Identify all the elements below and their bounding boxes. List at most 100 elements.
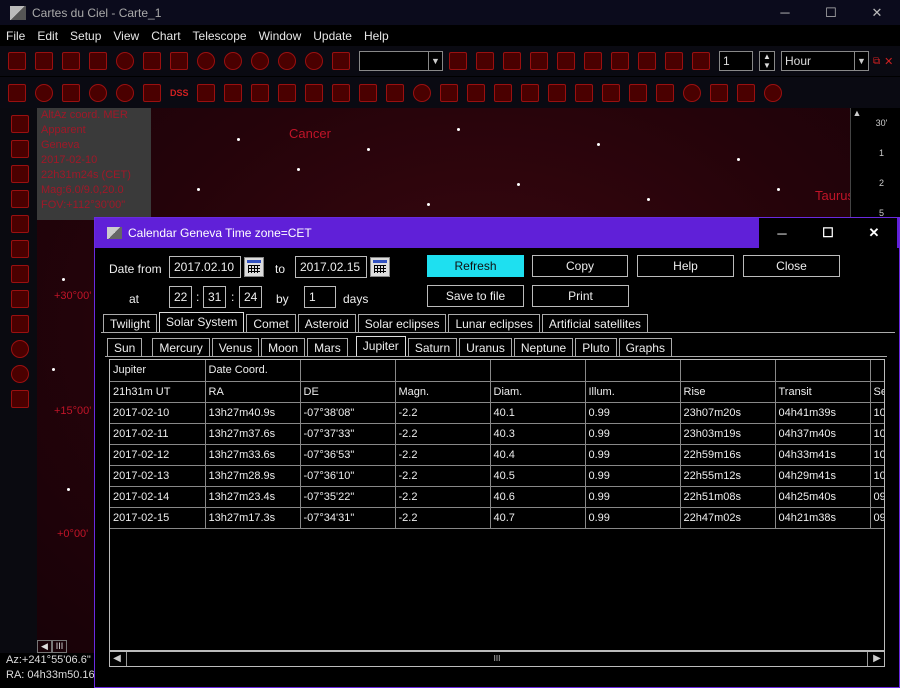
- grid-cell[interactable]: 22h55m12s: [680, 465, 776, 487]
- ecliptic-icon[interactable]: [331, 83, 350, 102]
- comet-icon[interactable]: [62, 83, 80, 102]
- tab-solar-eclipses[interactable]: Solar eclipses: [357, 314, 447, 333]
- grid-cell[interactable]: 2017-02-13: [110, 465, 206, 487]
- flip-h-icon[interactable]: [11, 290, 29, 308]
- step-forward-icon[interactable]: [692, 52, 710, 70]
- grid-cell[interactable]: -2.2: [395, 423, 491, 445]
- ecliptic-coord-icon[interactable]: [11, 190, 29, 208]
- grid-cell[interactable]: 04h29m41s: [775, 465, 871, 487]
- mark-icon[interactable]: [493, 83, 512, 102]
- grid-cell[interactable]: DE: [300, 381, 396, 403]
- table-row[interactable]: 2017-02-11 13h27m37.6s -07°37'33" -2.2 40.3 0…: [110, 423, 884, 445]
- hour-field[interactable]: 22: [169, 286, 192, 308]
- minimize-button[interactable]: ─: [762, 0, 808, 25]
- nebula-icon[interactable]: [35, 83, 53, 102]
- grid-cell[interactable]: 13h27m37.6s: [205, 423, 301, 445]
- grid-cell[interactable]: Transit: [775, 381, 871, 403]
- copy-button[interactable]: Copy: [532, 255, 628, 277]
- time-unit-select[interactable]: Hour ▼: [781, 51, 869, 71]
- object-search-combo[interactable]: ▼: [359, 51, 443, 71]
- time-step-input[interactable]: 1: [719, 51, 753, 71]
- grid-cell[interactable]: -2.2: [395, 402, 491, 424]
- close-dialog-button[interactable]: Close: [743, 255, 840, 277]
- tab-lunar-eclipses[interactable]: Lunar eclipses: [448, 314, 540, 333]
- grid-cell[interactable]: 09: [870, 507, 884, 529]
- alt-az-icon[interactable]: [11, 140, 29, 158]
- refresh-button[interactable]: Refresh: [427, 255, 524, 277]
- grid-header-row[interactable]: Jupiter Date Coord.: [110, 360, 884, 382]
- list-icon[interactable]: [584, 52, 602, 70]
- calendar-icon[interactable]: [557, 52, 575, 70]
- menu-help[interactable]: Help: [364, 29, 389, 43]
- observer-icon[interactable]: [476, 52, 494, 70]
- date-to-field[interactable]: 2017.02.15: [295, 256, 367, 278]
- menu-telescope[interactable]: Telescope: [193, 29, 247, 43]
- menu-setup[interactable]: Setup: [70, 29, 101, 43]
- save-icon[interactable]: [62, 52, 80, 70]
- compass-icon[interactable]: [412, 83, 431, 102]
- menu-update[interactable]: Update: [313, 29, 352, 43]
- menu-window[interactable]: Window: [259, 29, 302, 43]
- tab-asteroid[interactable]: Asteroid: [297, 314, 356, 333]
- grid-cell[interactable]: 21h31m UT: [110, 381, 206, 403]
- link-icon[interactable]: [709, 83, 728, 102]
- tab-comet[interactable]: Comet: [246, 314, 296, 333]
- grid-cell[interactable]: 2017-02-15: [110, 507, 206, 529]
- grid-cell[interactable]: 40.1: [490, 402, 586, 424]
- grid-cell[interactable]: 0.99: [585, 402, 681, 424]
- pan-icon[interactable]: [11, 390, 29, 408]
- grid-cell[interactable]: -07°36'10": [300, 465, 396, 487]
- grid-cell[interactable]: Date Coord.: [205, 360, 301, 382]
- new-chart-icon[interactable]: [8, 52, 26, 70]
- table-row[interactable]: 2017-02-10 13h27m40.9s -07°38'08" -2.2 40.1 0…: [110, 402, 884, 424]
- grid-cell[interactable]: 2017-02-10: [110, 402, 206, 424]
- step-field[interactable]: 1: [304, 286, 336, 308]
- menu-chart[interactable]: Chart: [151, 29, 180, 43]
- grid-cell[interactable]: 10: [870, 402, 884, 424]
- grid-cell[interactable]: 10: [870, 444, 884, 466]
- second-field[interactable]: 24: [239, 286, 262, 308]
- ec-icon[interactable]: [11, 240, 29, 258]
- tab-mars[interactable]: Mars: [307, 338, 348, 357]
- grid-cell[interactable]: -2.2: [395, 444, 491, 466]
- asteroid-icon[interactable]: [116, 83, 134, 102]
- redo-icon[interactable]: [224, 52, 242, 70]
- grid-cell[interactable]: 40.4: [490, 444, 586, 466]
- calendar-picker-icon[interactable]: [370, 257, 390, 277]
- grid-cell[interactable]: [680, 360, 776, 382]
- help-button[interactable]: Help: [637, 255, 734, 277]
- grid-cell[interactable]: 13h27m23.4s: [205, 486, 301, 508]
- alpha-icon[interactable]: [574, 83, 593, 102]
- print-icon[interactable]: [89, 52, 107, 70]
- grid-cell[interactable]: 0.99: [585, 444, 681, 466]
- grid-cell[interactable]: 04h25m40s: [775, 486, 871, 508]
- table-row[interactable]: 2017-02-12 13h27m33.6s -07°36'53" -2.2 40.4 0…: [110, 444, 884, 466]
- circle-icon[interactable]: [520, 83, 539, 102]
- tab-neptune[interactable]: Neptune: [513, 338, 574, 357]
- grid-cell[interactable]: [775, 360, 871, 382]
- restore-child-icon[interactable]: ⧉: [873, 56, 880, 67]
- flip-v-icon[interactable]: [11, 315, 29, 333]
- grid-cell[interactable]: 2017-02-11: [110, 423, 206, 445]
- chart-horizontal-scrollbar[interactable]: ◀ III: [37, 640, 97, 653]
- grid-cell[interactable]: 22h47m02s: [680, 507, 776, 529]
- tab-uranus[interactable]: Uranus: [459, 338, 512, 357]
- grid-cell[interactable]: 13h27m28.9s: [205, 465, 301, 487]
- grid-cell[interactable]: 2017-02-12: [110, 444, 206, 466]
- grid-cell[interactable]: [395, 360, 491, 382]
- grid-cell[interactable]: 23h03m19s: [680, 423, 776, 445]
- step-back-icon[interactable]: [611, 52, 629, 70]
- grid-cell[interactable]: 40.7: [490, 507, 586, 529]
- grid-cell[interactable]: 40.3: [490, 423, 586, 445]
- tab-venus[interactable]: Venus: [211, 338, 260, 357]
- scroll-thumb[interactable]: III: [52, 640, 67, 653]
- scroll-thumb[interactable]: [126, 652, 868, 666]
- setup-gear-icon[interactable]: [116, 52, 134, 70]
- date-from-field[interactable]: 2017.02.10: [169, 256, 241, 278]
- grid-cell[interactable]: -07°38'08": [300, 402, 396, 424]
- grid-cell[interactable]: 13h27m17.3s: [205, 507, 301, 529]
- tab-jupiter[interactable]: Jupiter: [355, 336, 406, 357]
- rotate-icon[interactable]: [11, 340, 29, 358]
- grid-cell[interactable]: 2017-02-14: [110, 486, 206, 508]
- grid-cell[interactable]: Diam.: [490, 381, 586, 403]
